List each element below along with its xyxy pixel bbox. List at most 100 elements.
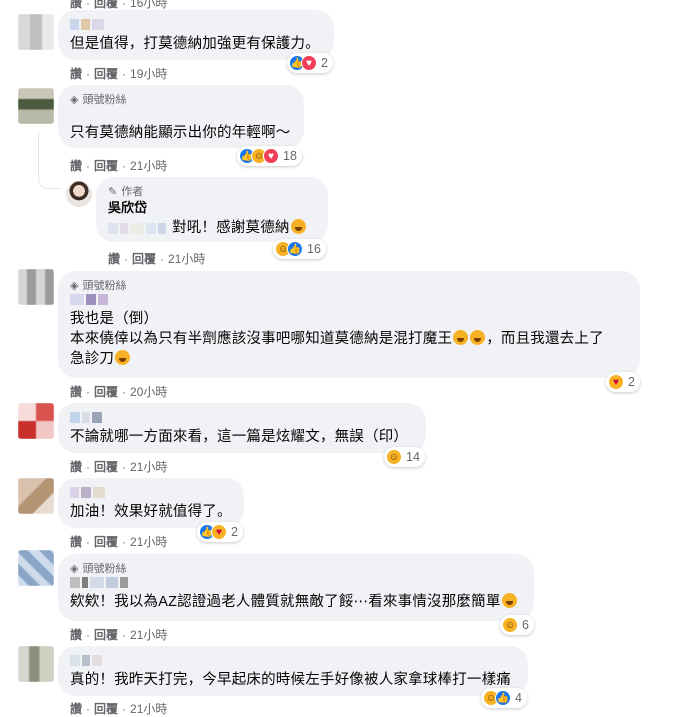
author-avatar[interactable] — [66, 181, 92, 207]
comment-text: 不論就哪一方面來看，這一篇是炫耀文，無誤（印） — [70, 429, 409, 445]
reaction-count: 6 — [522, 618, 529, 632]
comment-actions: 讚 · 回覆 · 21小時 — [70, 535, 168, 549]
avatar[interactable] — [18, 14, 54, 50]
reaction-summary[interactable]: ☺ 👍 16 — [273, 239, 326, 259]
reply-link[interactable]: 回覆 — [94, 0, 118, 10]
grimacing-emoji-icon — [501, 593, 517, 608]
reply-link[interactable]: 回覆 — [132, 252, 156, 266]
avatar[interactable] — [18, 88, 54, 124]
reply-link[interactable]: 回覆 — [94, 628, 118, 642]
reaction-count: 2 — [628, 375, 635, 389]
reaction-summary[interactable]: ☺ 👍 4 — [481, 688, 527, 708]
commenter-name[interactable] — [70, 108, 292, 119]
comment-actions: 讚 · 回覆 · 21小時 — [108, 252, 206, 266]
reaction-summary[interactable]: ☺ 6 — [500, 615, 534, 635]
reaction-summary[interactable]: 👍 ☺ ♥ 18 — [237, 146, 302, 166]
avatar[interactable] — [18, 403, 54, 439]
comment-actions: 讚 · 回覆 · 19小時 — [70, 67, 168, 81]
timestamp[interactable]: 21小時 — [130, 628, 167, 642]
timestamp[interactable]: 21小時 — [168, 252, 205, 266]
comment-text: 對吼！感謝莫德納 — [172, 218, 307, 238]
avatar[interactable] — [18, 478, 54, 514]
reaction-count: 16 — [307, 242, 321, 256]
like-link[interactable]: 讚 — [70, 385, 82, 399]
reply-link[interactable]: 回覆 — [94, 460, 118, 474]
reaction-summary[interactable]: ♥ 2 — [606, 372, 640, 392]
author-name[interactable]: 吳欣岱 — [108, 200, 316, 216]
reaction-summary[interactable]: 👍 ♥ 2 — [287, 53, 333, 73]
like-link[interactable]: 讚 — [70, 159, 82, 173]
avatar[interactable] — [18, 550, 54, 586]
pen-icon: ✎ — [108, 185, 118, 198]
comment-actions: 讚 · 回覆 · 21小時 — [70, 628, 168, 642]
diamond-icon: ◈ — [70, 562, 79, 575]
reaction-summary[interactable]: ☺ 14 — [384, 447, 425, 467]
timestamp[interactable]: 21小時 — [130, 535, 167, 549]
like-reaction-icon: 👍 — [287, 241, 303, 257]
commenter-name[interactable] — [70, 19, 322, 30]
crying-emoji-icon — [453, 330, 469, 345]
timestamp[interactable]: 19小時 — [130, 67, 167, 81]
like-link[interactable]: 讚 — [70, 702, 82, 716]
timestamp[interactable]: 16小時 — [130, 0, 167, 10]
care-reaction-icon: ♥ — [211, 524, 227, 540]
commenter-name[interactable] — [70, 487, 232, 498]
timestamp[interactable]: 21小時 — [130, 159, 167, 173]
reply-link[interactable]: 回覆 — [94, 385, 118, 399]
like-reaction-icon: 👍 — [495, 690, 511, 706]
comment-text: 欸欸！我以為AZ認證過老人體質就無敵了餒⋯看來事情沒那麼簡單 — [70, 592, 522, 612]
avatar[interactable] — [18, 269, 54, 305]
reaction-summary[interactable]: 👍 ♥ 2 — [197, 522, 243, 542]
top-fan-badge[interactable]: ◈ 頭號粉絲 — [70, 561, 522, 576]
top-fan-badge[interactable]: ◈ 頭號粉絲 — [70, 278, 628, 293]
like-link[interactable]: 讚 — [70, 0, 82, 10]
timestamp[interactable]: 20小時 — [130, 385, 167, 399]
love-reaction-icon: ♥ — [263, 148, 279, 164]
haha-reaction-icon: ☺ — [386, 449, 402, 465]
commenter-name[interactable] — [70, 294, 628, 305]
comment-text: 真的！我昨天打完，今早起床的時候左手好像被人家拿球棒打一樣痛 — [70, 672, 511, 688]
like-link[interactable]: 讚 — [70, 67, 82, 81]
reply-link[interactable]: 回覆 — [94, 702, 118, 716]
reaction-count: 2 — [231, 525, 238, 539]
comment-text: 我也是（倒） 本來僥倖以為只有半劑應該沒事吧哪知道莫德納是混打魔王 ，而且我還去上… — [70, 311, 604, 367]
comment-bubble: 加油！效果好就值得了。 — [58, 478, 244, 528]
crying-emoji-icon — [470, 330, 486, 345]
comment-actions: 讚 · 回覆 · 21小時 — [70, 460, 168, 474]
reply-link[interactable]: 回覆 — [94, 159, 118, 173]
reaction-count: 4 — [515, 691, 522, 705]
reaction-count: 18 — [283, 149, 297, 163]
reply-bubble: ✎ 作者 吳欣岱 對吼！感謝莫德納 — [96, 177, 328, 242]
comment-text: 只有莫德納能顯示出你的年輕啊～ — [70, 125, 291, 141]
mention-tag[interactable] — [108, 222, 166, 234]
avatar[interactable] — [18, 646, 54, 682]
timestamp[interactable]: 21小時 — [130, 702, 167, 716]
laughing-crying-emoji-icon — [290, 219, 306, 234]
comment-bubble: 真的！我昨天打完，今早起床的時候左手好像被人家拿球棒打一樣痛 — [58, 646, 528, 696]
comment-bubble: 但是值得，打莫德納加強更有保護力。 — [58, 10, 334, 60]
commenter-name[interactable] — [70, 655, 516, 666]
reaction-count: 14 — [406, 450, 420, 464]
comment-bubble: ◈ 頭號粉絲 欸欸！我以為AZ認證過老人體質就無敵了餒⋯看來事情沒那麼簡單 — [58, 554, 534, 621]
like-link[interactable]: 讚 — [70, 460, 82, 474]
reply-link[interactable]: 回覆 — [94, 535, 118, 549]
commenter-name[interactable] — [70, 577, 522, 588]
thread-connector — [38, 132, 61, 189]
crying-emoji-icon — [115, 350, 131, 365]
love-reaction-icon: ♥ — [301, 55, 317, 71]
timestamp[interactable]: 21小時 — [130, 460, 167, 474]
top-fan-badge[interactable]: ◈ 頭號粉絲 — [70, 92, 292, 107]
like-link[interactable]: 讚 — [70, 628, 82, 642]
author-badge[interactable]: ✎ 作者 — [108, 184, 316, 199]
comment-bubble: 不論就哪一方面來看，這一篇是炫耀文，無誤（印） — [58, 403, 426, 453]
care-reaction-icon: ♥ — [608, 374, 624, 390]
comment-bubble: ◈ 頭號粉絲 我也是（倒） 本來僥倖以為只有半劑應該沒事吧哪知道莫德納是混打魔王，… — [58, 271, 640, 378]
like-link[interactable]: 讚 — [108, 252, 120, 266]
reaction-count: 2 — [321, 56, 328, 70]
reply-link[interactable]: 回覆 — [94, 67, 118, 81]
like-link[interactable]: 讚 — [70, 535, 82, 549]
diamond-icon: ◈ — [70, 279, 79, 292]
comment-actions: 讚 · 回覆 · 20小時 — [70, 385, 168, 399]
comment-actions: 讚 · 回覆 · 21小時 — [70, 159, 168, 173]
commenter-name[interactable] — [70, 412, 414, 423]
